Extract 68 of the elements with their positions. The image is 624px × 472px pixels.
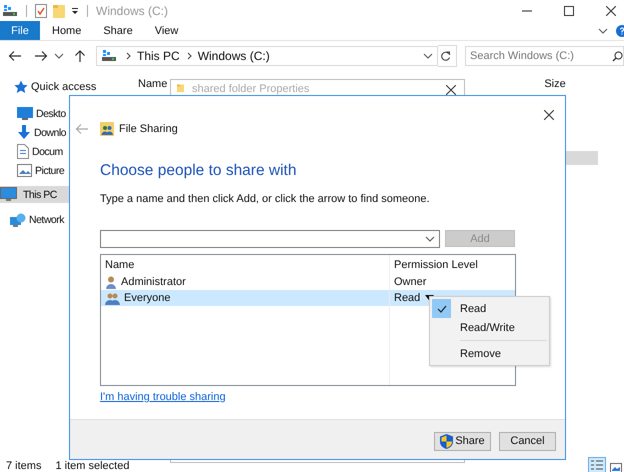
up-icon[interactable] (74, 49, 86, 63)
ribbon-tab[interactable]: View (154, 24, 178, 36)
window-title: shared folder Properties (192, 83, 310, 95)
drive-icon (101, 50, 117, 62)
chevron-icon[interactable] (54, 53, 64, 59)
breadcrumb[interactable]: Windows (C:) (198, 49, 270, 63)
status-text: 7 items (6, 461, 42, 472)
large-icons-view-icon[interactable] (610, 463, 622, 472)
ribbon-tab[interactable]: Home (52, 24, 82, 36)
close-icon[interactable] (544, 110, 554, 120)
details-view-icon[interactable] (588, 457, 606, 472)
shield-icon (440, 434, 454, 448)
drive-icon[interactable] (2, 4, 18, 16)
search-icon (612, 50, 623, 62)
folder-icon (177, 83, 184, 93)
chevron-icon (425, 236, 435, 242)
sidebar-item[interactable]: Quick access (0, 77, 125, 96)
sidebar-item[interactable]: Network (0, 210, 125, 229)
caret-icon[interactable] (71, 6, 79, 14)
checklist-icon[interactable] (35, 4, 47, 18)
people-icon (100, 122, 114, 136)
window-title: Windows (C:) (96, 4, 168, 18)
ribbon-tab[interactable]: Share (103, 24, 133, 36)
column-header[interactable]: Permission Level (390, 258, 478, 270)
chevron-icon[interactable] (186, 52, 193, 60)
down-arrow-icon (17, 125, 31, 140)
permission-level: Owner (394, 276, 426, 288)
maximize-icon[interactable] (564, 6, 574, 16)
menu-item[interactable]: Read/Write (432, 318, 547, 337)
back-icon[interactable] (8, 50, 22, 62)
monitor-icon (17, 107, 33, 120)
menu-item[interactable]: Remove (432, 344, 547, 363)
user-name: Everyone (124, 292, 170, 304)
dialog-title: File Sharing (119, 123, 178, 135)
chevron-icon[interactable] (126, 52, 132, 60)
breadcrumb[interactable]: This PC (137, 49, 180, 63)
refresh-icon (440, 50, 452, 62)
list-row[interactable]: Administrator Owner (101, 274, 515, 290)
close-icon[interactable] (446, 85, 456, 95)
forward-icon[interactable] (34, 50, 48, 62)
column-header[interactable]: Size (544, 78, 566, 90)
chevron-icon[interactable] (598, 28, 608, 34)
person-icon (105, 276, 117, 288)
column-header[interactable]: Name (138, 78, 168, 90)
address-bar[interactable]: This PC Windows (C:) (96, 46, 438, 66)
close-icon[interactable] (606, 6, 616, 16)
share-button[interactable]: Share (434, 432, 491, 450)
picture-icon (17, 164, 32, 177)
cancel-button[interactable]: Cancel (499, 432, 556, 450)
computer-icon (0, 187, 17, 202)
chevron-icon[interactable] (423, 53, 434, 59)
permission-level[interactable]: Read (394, 292, 420, 304)
heading: Choose people to share with (100, 162, 298, 180)
file-tab[interactable]: File (0, 21, 40, 40)
document-icon (17, 144, 29, 159)
column-header[interactable]: Name (101, 258, 390, 270)
sidebar-item[interactable]: Deskto (0, 104, 125, 123)
help-link[interactable]: I'm having trouble sharing (100, 391, 226, 403)
sidebar-item[interactable]: Docum (0, 142, 125, 161)
check-icon (436, 304, 446, 312)
status-text: 1 item selected (55, 461, 130, 472)
search-field[interactable]: Search Windows (C:) (465, 46, 624, 66)
name-combo-box[interactable] (100, 230, 440, 248)
star-icon (14, 80, 28, 94)
people-icon (105, 292, 120, 304)
network-icon (10, 212, 26, 226)
user-name: Administrator (121, 276, 186, 288)
refresh-button[interactable] (438, 45, 457, 67)
